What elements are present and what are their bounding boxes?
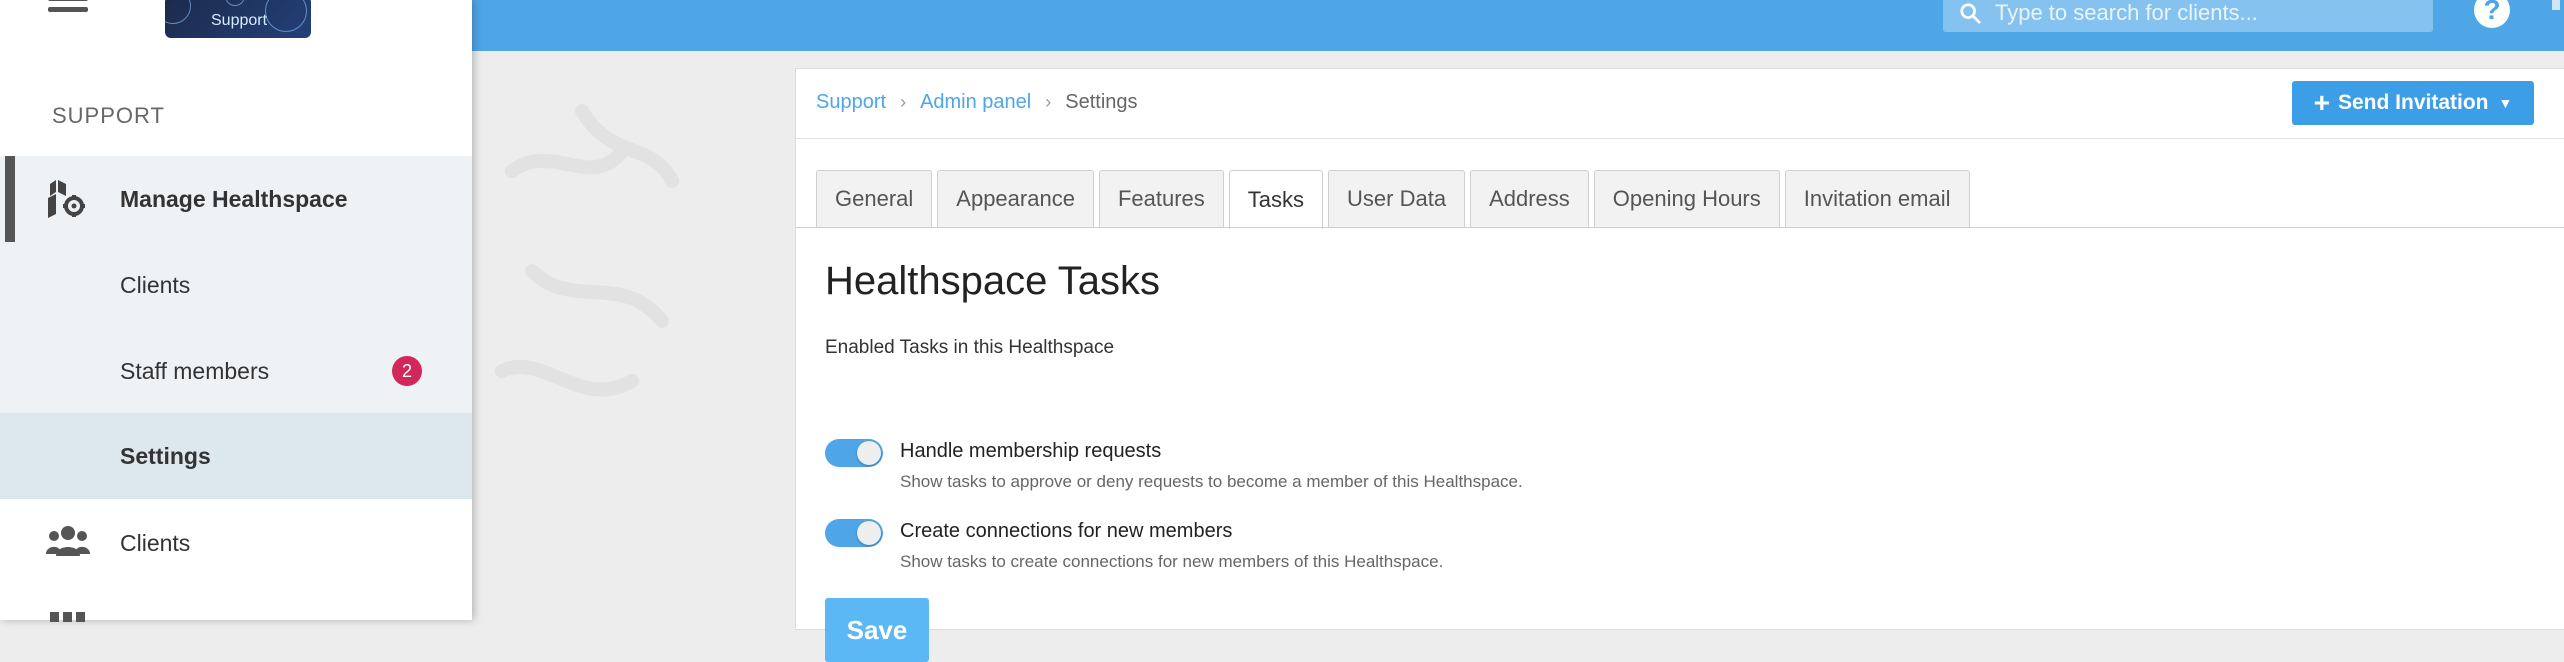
grid-icon xyxy=(50,612,85,622)
section-label-support: SUPPORT xyxy=(52,103,165,128)
sidebar-item-staff-members[interactable]: Staff members 2 xyxy=(0,328,472,414)
support-logo[interactable]: Support xyxy=(165,0,311,38)
tab-invitation-email[interactable]: Invitation email xyxy=(1784,170,1970,227)
sidebar-item-partial[interactable] xyxy=(0,586,472,626)
caret-down-icon: ▼ xyxy=(2498,95,2513,111)
background-pattern xyxy=(495,104,679,397)
top-bar-edge xyxy=(2552,0,2560,10)
search-box[interactable] xyxy=(1943,0,2433,32)
create-connections-toggle[interactable] xyxy=(825,519,883,547)
help-button[interactable]: ? xyxy=(2474,0,2510,28)
save-button[interactable]: Save xyxy=(825,598,929,662)
sidebar-item-settings[interactable]: Settings xyxy=(0,413,472,499)
sidebar-item-label: Clients xyxy=(120,529,191,556)
sidebar-item-clients-sub[interactable]: Clients xyxy=(0,242,472,328)
tabs-divider xyxy=(796,227,2564,228)
notification-badge: 2 xyxy=(392,356,422,386)
settings-tabs: General Appearance Features Tasks User D… xyxy=(816,170,1975,229)
header-divider xyxy=(796,138,2564,139)
page-title: Healthspace Tasks xyxy=(825,259,1160,303)
plus-icon: + xyxy=(2313,87,2330,118)
sidebar-item-label: Staff members xyxy=(120,357,270,384)
tab-opening-hours[interactable]: Opening Hours xyxy=(1593,170,1780,227)
send-invitation-button[interactable]: + Send Invitation ▼ xyxy=(2292,81,2534,125)
tab-general[interactable]: General xyxy=(816,170,933,227)
task-description: Show tasks to create connections for new… xyxy=(900,552,1444,571)
breadcrumb: Support › Admin panel › Settings xyxy=(816,91,1138,114)
search-icon xyxy=(1960,3,1981,24)
people-group-icon xyxy=(46,526,90,556)
enabled-tasks-label: Enabled Tasks in this Healthspace xyxy=(825,337,1115,358)
menu-icon[interactable] xyxy=(48,0,88,18)
tab-features[interactable]: Features xyxy=(1098,170,1224,227)
breadcrumb-support-link[interactable]: Support xyxy=(816,91,886,114)
tab-address[interactable]: Address xyxy=(1470,170,1589,227)
manage-healthspace-icon xyxy=(48,180,85,218)
sidebar-item-manage-healthspace[interactable]: Manage Healthspace xyxy=(0,156,472,242)
task-description: Show tasks to approve or deny requests t… xyxy=(900,472,1523,491)
logo-text: Support xyxy=(211,12,268,29)
breadcrumb-current: Settings xyxy=(1065,91,1138,113)
membership-requests-toggle[interactable] xyxy=(825,439,883,467)
settings-card: Support › Admin panel › Settings + Send … xyxy=(795,68,2564,662)
send-invitation-label: Send Invitation xyxy=(2337,91,2489,114)
tab-user-data[interactable]: User Data xyxy=(1328,170,1466,227)
sidebar-item-label: Clients xyxy=(120,271,191,298)
sidebar-item-clients[interactable]: Clients xyxy=(0,500,472,586)
breadcrumb-admin-panel-link[interactable]: Admin panel xyxy=(920,91,1031,114)
task-label: Create connections for new members xyxy=(900,520,1233,542)
tab-appearance[interactable]: Appearance xyxy=(937,170,1094,227)
chevron-right-icon: › xyxy=(900,92,907,112)
chevron-right-icon: › xyxy=(1045,92,1052,112)
task-label: Handle membership requests xyxy=(900,440,1162,462)
sidebar: Support SUPPORT Manage Healthspace Clien… xyxy=(0,0,472,622)
active-indicator xyxy=(5,156,15,242)
sidebar-item-label: Manage Healthspace xyxy=(120,185,348,212)
sidebar-item-label: Settings xyxy=(120,442,211,469)
tab-tasks[interactable]: Tasks xyxy=(1228,170,1324,229)
search-input[interactable] xyxy=(1993,0,2397,27)
